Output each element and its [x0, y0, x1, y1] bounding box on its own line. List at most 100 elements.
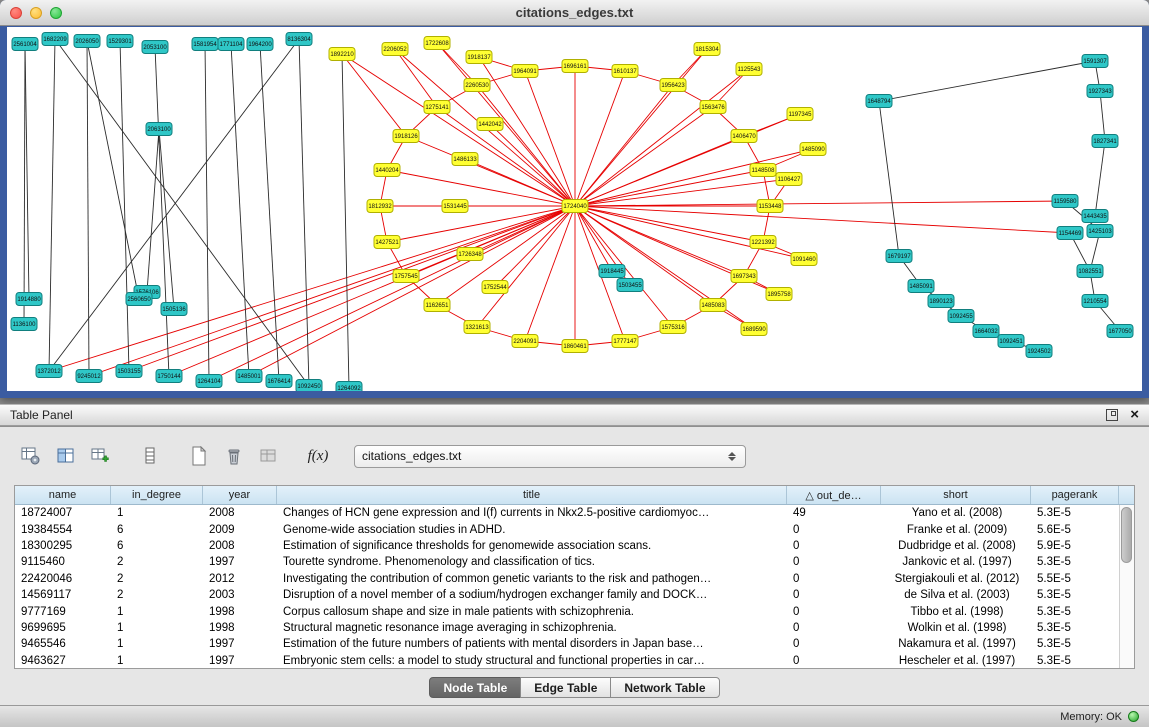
graph-node[interactable]: 1924502 — [1026, 345, 1052, 358]
graph-node[interactable]: 1485091 — [908, 280, 934, 293]
graph-node[interactable]: 1503455 — [617, 279, 643, 292]
graph-node[interactable]: 1752544 — [482, 281, 508, 294]
graph-node[interactable]: 1892210 — [329, 48, 355, 61]
network-graph[interactable]: 1724040115344812213921697343148508315753… — [7, 27, 1142, 391]
merge-table-button[interactable] — [256, 443, 282, 469]
import-table-button[interactable] — [88, 443, 114, 469]
graph-node[interactable]: 1664032 — [973, 325, 999, 338]
graph-node[interactable]: 1092455 — [948, 310, 974, 323]
graph-node[interactable]: 1964091 — [512, 65, 538, 78]
graph-node[interactable]: 1757545 — [393, 270, 419, 283]
column-header[interactable]: title — [277, 486, 787, 504]
close-window-button[interactable] — [10, 7, 22, 19]
graph-node[interactable]: 1563476 — [700, 101, 726, 114]
graph-node[interactable]: 1677050 — [1107, 325, 1133, 338]
graph-node[interactable]: 1106427 — [776, 173, 802, 186]
graph-node[interactable]: 2260530 — [464, 79, 490, 92]
graph-node[interactable]: 1485090 — [800, 143, 826, 156]
graph-node[interactable]: 1148508 — [750, 164, 776, 177]
tab-network-table[interactable]: Network Table — [610, 677, 719, 698]
graph-node[interactable]: 2561004 — [12, 38, 38, 51]
graph-node[interactable]: 1679197 — [886, 250, 912, 263]
zoom-window-button[interactable] — [50, 7, 62, 19]
graph-node[interactable]: 1956423 — [660, 79, 686, 92]
graph-node[interactable]: 1860461 — [562, 340, 588, 353]
table-row[interactable]: 946362711997Embryonic stem cells: a mode… — [15, 653, 1119, 668]
graph-node[interactable]: 1676414 — [266, 375, 292, 388]
network-canvas[interactable]: 1724040115344812213921697343148508315753… — [7, 27, 1142, 391]
graph-node[interactable]: 1210554 — [1082, 295, 1108, 308]
table-settings-button[interactable] — [18, 443, 44, 469]
graph-node[interactable]: 1914880 — [16, 293, 42, 306]
graph-node[interactable]: 1264104 — [196, 375, 222, 388]
column-header[interactable]: name — [15, 486, 111, 504]
graph-node[interactable]: 1136100 — [11, 318, 37, 331]
column-header[interactable]: pagerank — [1031, 486, 1119, 504]
graph-node[interactable]: 1125543 — [736, 63, 762, 76]
graph-node[interactable]: 1485001 — [236, 370, 262, 383]
minimize-window-button[interactable] — [30, 7, 42, 19]
graph-node[interactable]: 1082551 — [1077, 265, 1103, 278]
graph-node[interactable]: 1221392 — [750, 236, 776, 249]
graph-node[interactable]: 1697343 — [731, 270, 757, 283]
float-panel-icon[interactable] — [1106, 409, 1118, 421]
graph-node[interactable]: 9245012 — [76, 370, 102, 383]
graph-node[interactable]: 1440204 — [374, 164, 400, 177]
graph-node[interactable]: 2026050 — [74, 35, 100, 48]
graph-node[interactable]: 2560650 — [126, 293, 152, 306]
scrollbar-thumb[interactable] — [1121, 507, 1132, 563]
graph-node[interactable]: 1275141 — [424, 101, 450, 114]
graph-node[interactable]: 1531445 — [442, 200, 468, 213]
graph-node[interactable]: 1722608 — [424, 37, 450, 50]
graph-node[interactable]: 1505136 — [161, 303, 187, 316]
graph-node[interactable]: 1264092 — [336, 382, 362, 392]
graph-node[interactable]: 1091460 — [791, 253, 817, 266]
column-header[interactable]: in_degree — [111, 486, 203, 504]
graph-node[interactable]: 8136304 — [286, 33, 312, 46]
tab-edge-table[interactable]: Edge Table — [520, 677, 611, 698]
graph-node[interactable]: 1197345 — [787, 108, 813, 121]
graph-node[interactable]: 1610137 — [612, 65, 638, 78]
graph-node[interactable]: 1486133 — [452, 153, 478, 166]
graph-node[interactable]: 1427521 — [374, 236, 400, 249]
graph-node[interactable]: 1648794 — [866, 95, 892, 108]
graph-node[interactable]: 1927343 — [1087, 85, 1113, 98]
graph-node[interactable]: 1153448 — [757, 200, 783, 213]
graph-node[interactable]: 1406470 — [731, 130, 757, 143]
table-row[interactable]: 1938455462009Genome-wide association stu… — [15, 521, 1119, 537]
column-header[interactable]: △ out_de… — [787, 486, 881, 504]
column-header[interactable]: year — [203, 486, 277, 504]
graph-node[interactable]: 1162651 — [424, 299, 450, 312]
graph-node[interactable]: 2053100 — [142, 41, 168, 54]
graph-node[interactable]: 1575316 — [660, 321, 686, 334]
table-row[interactable]: 911546021997Tourette syndrome. Phenomeno… — [15, 554, 1119, 570]
graph-node[interactable]: 1750144 — [156, 370, 182, 383]
new-table-button[interactable] — [186, 443, 212, 469]
table-row[interactable]: 1456911722003Disruption of a novel membe… — [15, 587, 1119, 603]
graph-node[interactable]: 1890123 — [928, 295, 954, 308]
graph-node[interactable]: 1726348 — [457, 248, 483, 261]
close-panel-icon[interactable]: × — [1130, 409, 1139, 421]
graph-node[interactable]: 2206052 — [382, 43, 408, 56]
graph-node[interactable]: 1827341 — [1092, 135, 1118, 148]
show-columns-button[interactable] — [53, 443, 79, 469]
graph-node[interactable]: 1425103 — [1087, 225, 1113, 238]
graph-node[interactable]: 1442042 — [477, 118, 503, 131]
graph-node[interactable]: 1485083 — [700, 299, 726, 312]
tab-node-table[interactable]: Node Table — [429, 677, 521, 698]
graph-node[interactable]: 1154469 — [1057, 227, 1083, 240]
graph-node[interactable]: 1321613 — [464, 321, 490, 334]
graph-node[interactable]: 1964200 — [247, 38, 273, 51]
graph-node[interactable]: 1812932 — [367, 200, 393, 213]
graph-node[interactable]: 1092451 — [998, 335, 1024, 348]
graph-node[interactable]: 1591307 — [1082, 55, 1108, 68]
table-row[interactable]: 946554611997Estimation of the future num… — [15, 636, 1119, 652]
delete-table-button[interactable] — [221, 443, 247, 469]
graph-node[interactable]: 1696161 — [562, 60, 588, 73]
graph-node[interactable]: 1503155 — [116, 365, 142, 378]
graph-node[interactable]: 1581954 — [192, 38, 218, 51]
table-row[interactable]: 2242004622012Investigating the contribut… — [15, 571, 1119, 587]
graph-node[interactable]: 1771104 — [218, 38, 244, 51]
table-source-combo[interactable]: citations_edges.txt — [354, 445, 746, 468]
table-row[interactable]: 1872400712008Changes of HCN gene express… — [15, 505, 1119, 521]
